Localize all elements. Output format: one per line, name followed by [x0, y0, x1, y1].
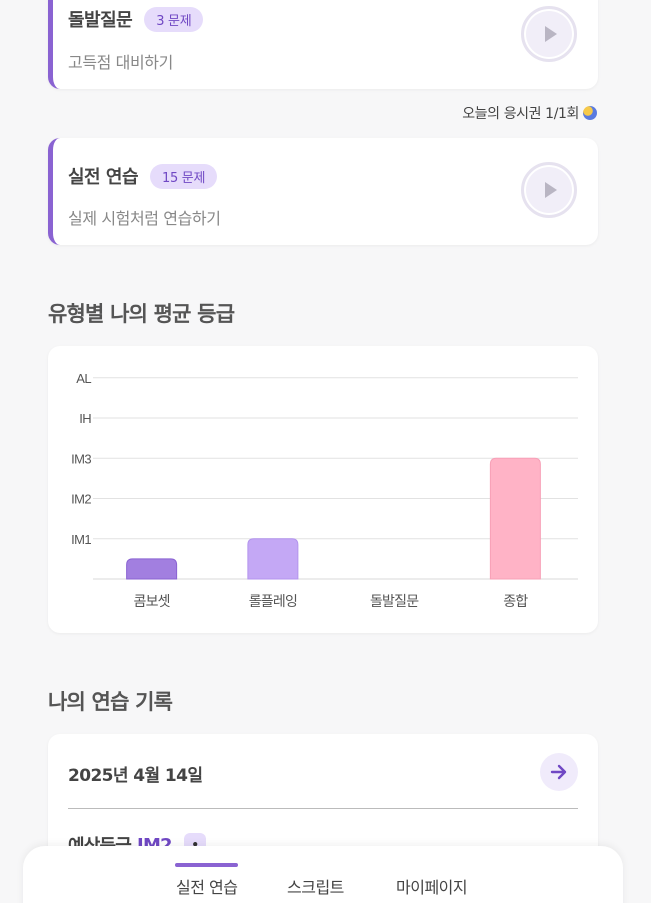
- nav-tab-mypage[interactable]: 마이페이지: [396, 874, 468, 898]
- nav-tab-practice[interactable]: 실전 연습: [174, 863, 239, 898]
- coin-icon: [583, 106, 597, 120]
- x-tick-label: 돌발질문: [370, 594, 419, 610]
- mode-description: 실제 시험처럼 연습하기: [68, 209, 221, 228]
- mode-title: 돌발질문: [68, 10, 133, 31]
- question-count-badge: 3 문제: [144, 6, 204, 32]
- record-detail-button[interactable]: [540, 753, 578, 791]
- bottom-nav: 실전 연습 스크립트 마이페이지: [23, 846, 623, 903]
- records-section-title: 나의 연습 기록: [48, 690, 173, 714]
- grade-bar-chart: IM1 IM2 IM3 IH AL 콤보셋 롤플레잉 돌발질문 종합: [71, 371, 578, 610]
- chart-bar: [489, 457, 541, 580]
- play-icon: [544, 26, 557, 42]
- chart-bar: [126, 558, 178, 580]
- y-tick-label: AL: [76, 371, 91, 386]
- record-date: 2025년 4월 14일: [68, 766, 203, 786]
- mode-card-real-practice[interactable]: 실전 연습 15 문제 실제 시험처럼 연습하기: [48, 138, 598, 245]
- chart-bar: [247, 538, 299, 580]
- arrow-right-icon: [550, 764, 567, 780]
- nav-tab-script[interactable]: 스크립트: [287, 874, 344, 898]
- y-tick-label: IM3: [71, 451, 91, 466]
- mode-title: 실전 연습: [68, 167, 139, 188]
- play-button[interactable]: [521, 6, 577, 62]
- mode-title-row: 실전 연습 15 문제: [68, 163, 218, 189]
- record-divider: [68, 808, 578, 809]
- grade-chart-card: IM1 IM2 IM3 IH AL 콤보셋 롤플레잉 돌발질문 종합: [48, 346, 598, 633]
- y-tick-label: IM1: [71, 532, 91, 547]
- daily-ticket-status: 오늘의 응시권 1/1회: [462, 103, 597, 123]
- x-tick-label: 롤플레잉: [249, 594, 297, 610]
- mode-card-surprise[interactable]: 돌발질문 3 문제 고득점 대비하기: [48, 0, 598, 89]
- play-icon: [544, 182, 557, 198]
- ticket-text: 오늘의 응시권 1/1회: [462, 106, 579, 122]
- y-tick-label: IH: [79, 411, 91, 426]
- x-tick-label: 콤보셋: [134, 594, 171, 610]
- y-tick-label: IM2: [71, 492, 91, 507]
- question-count-badge: 15 문제: [150, 163, 218, 189]
- play-button[interactable]: [521, 162, 577, 218]
- grade-section-title: 유형별 나의 평균 등급: [48, 302, 235, 326]
- mode-title-row: 돌발질문 3 문제: [68, 6, 204, 32]
- mode-description: 고득점 대비하기: [68, 53, 173, 72]
- x-tick-label: 종합: [503, 594, 528, 610]
